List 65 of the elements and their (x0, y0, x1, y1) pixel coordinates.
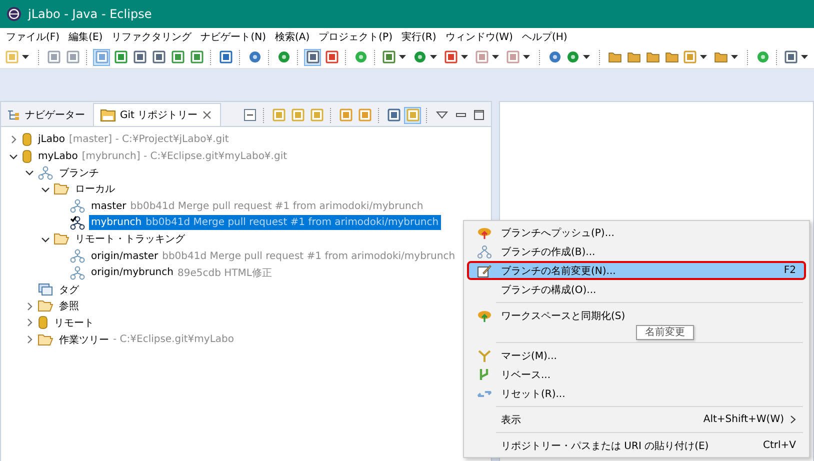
branch-icon (70, 266, 85, 280)
view-tab[interactable]: Git リポジトリー (93, 103, 221, 126)
pencil-edit-icon (476, 264, 492, 278)
window-title: jLabo - Java - Eclipse (28, 7, 152, 21)
navigator-tree-icon (7, 109, 21, 121)
tree-item[interactable]: jLabo [master] - C:¥Project¥jLabo¥.git (36, 132, 231, 147)
context-menu-item[interactable]: リセット(R)... (467, 384, 806, 403)
folder-icon (54, 183, 69, 196)
tree-item[interactable]: mybrunch bb0b41d Merge pull request #1 from arimodoki/mybrunch (89, 215, 441, 230)
tree-item[interactable]: 参照 (57, 298, 81, 314)
maximize-icon[interactable] (474, 110, 484, 120)
cloud-sync-icon (476, 308, 492, 322)
context-menu-item[interactable]: リポジトリー・パスまたは URI の貼り付け(E) Ctrl+V (467, 436, 806, 455)
tree-item[interactable]: origin/mybrunch 89e5cdb HTML修正 (89, 265, 274, 280)
branch-icon (38, 166, 53, 180)
toolbar-icon[interactable] (131, 48, 148, 66)
tree-item[interactable]: myLabo [mybrunch] - C:¥Eclipse.git¥myLabo¥.git (36, 148, 290, 164)
branch-icon (70, 249, 85, 264)
context-menu-item[interactable]: ワークスペースと同期化(S) (467, 306, 806, 325)
view-menu-icon[interactable] (436, 111, 448, 119)
menu-item[interactable]: ヘルプ(H) (522, 30, 568, 44)
branch-icon (70, 199, 85, 214)
tree-item[interactable]: ブランチ (57, 165, 101, 180)
eclipse-logo-icon (6, 6, 22, 22)
context-menu-item[interactable]: 表示 Alt+Shift+W(W) (467, 410, 806, 429)
menu-item[interactable]: ウィンドウ(W) (445, 30, 513, 44)
cloud-push-icon (476, 226, 492, 240)
tags-icon (38, 283, 53, 296)
tree-item[interactable]: リモート・トラッキング (73, 232, 187, 247)
toolbar-icon[interactable] (304, 48, 321, 66)
repository-icon (22, 132, 32, 146)
menu-item[interactable]: ファイル(F) (6, 30, 60, 44)
git-folder-icon (100, 108, 116, 122)
context-menu-item[interactable]: ブランチの名前変更(N)... F2 (467, 261, 806, 280)
tooltip: 名前変更 (636, 325, 694, 340)
folder-icon (38, 300, 53, 312)
menu-item[interactable]: リファクタリング (112, 30, 192, 44)
tree-item[interactable]: ローカル (73, 182, 117, 197)
context-menu-item[interactable]: ブランチの構成(O)... (467, 280, 806, 299)
repository-icon (22, 150, 32, 163)
menu-item[interactable]: 実行(R) (401, 30, 436, 44)
menu-item[interactable]: プロジェクト(P) (318, 30, 392, 44)
toolbar-icon[interactable] (241, 106, 258, 124)
menu-item[interactable]: 検索(A) (274, 30, 310, 44)
context-menu-item[interactable]: ブランチへプッシュ(P)... (467, 223, 806, 242)
menu-item[interactable]: ナビゲート(N) (200, 30, 266, 44)
tree-item[interactable]: origin/master bb0b41d Merge pull request #1 from arimodoki/mybrunch (89, 248, 458, 264)
tree-item[interactable]: リモート (52, 315, 96, 330)
branch-icon (476, 244, 492, 258)
toolbar-icon[interactable] (150, 48, 167, 66)
folder-icon (38, 334, 53, 346)
merge-icon (476, 348, 492, 362)
minimize-icon[interactable] (456, 113, 466, 117)
context-menu-item[interactable]: ブランチの作成(B)... (467, 242, 806, 261)
context-menu-item[interactable]: リベース... (467, 365, 806, 384)
tree-item[interactable]: タグ (57, 282, 81, 298)
repository-icon (38, 316, 48, 330)
close-icon[interactable] (202, 110, 212, 120)
view-tab[interactable]: ナビゲーター (1, 104, 93, 126)
menu-item[interactable]: 編集(E) (68, 30, 103, 44)
tree-item[interactable]: 作業ツリー - C:¥Eclipse.git¥myLabo (57, 332, 236, 348)
context-menu-item[interactable]: マージ(M)... (467, 346, 806, 365)
folder-icon (54, 233, 69, 246)
tree-item[interactable]: master bb0b41d Merge pull request #1 from arimodoki/mybrunch (89, 198, 426, 214)
checked-branch-icon (70, 216, 85, 230)
